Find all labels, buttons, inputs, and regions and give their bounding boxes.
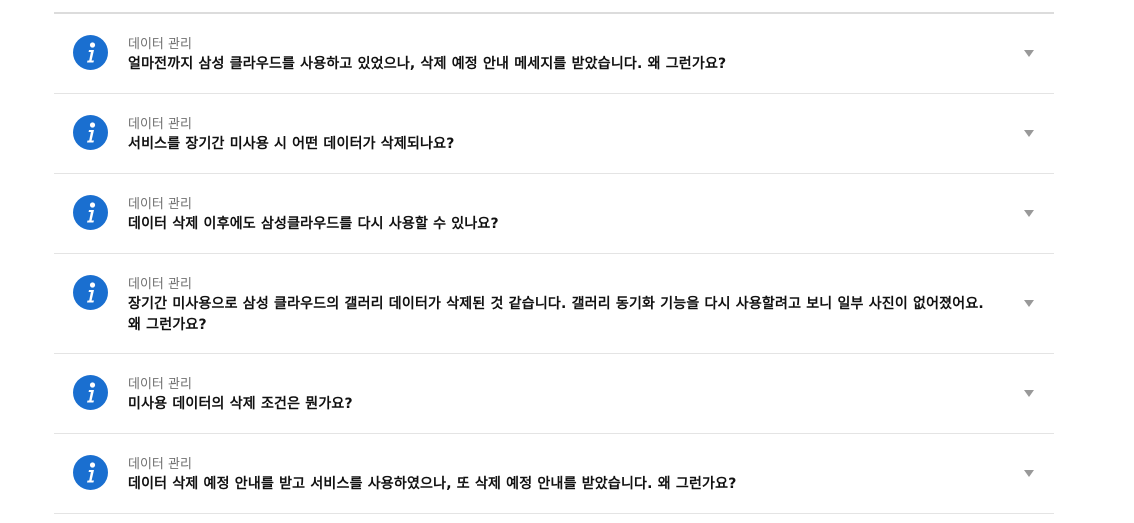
faq-text: 데이터 관리 장기간 미사용으로 삼성 클라우드의 갤러리 데이터가 삭제된 것… [128,276,988,336]
faq-item[interactable]: 데이터 관리 장기간 미사용으로 삼성 클라우드의 갤러리 데이터가 삭제된 것… [54,254,1054,354]
faq-question[interactable]: 미사용 데이터의 삭제 조건은 뭔가요? [128,394,988,415]
faq-text: 데이터 관리 얼마전까지 삼성 클라우드를 사용하고 있었으나, 삭제 예정 안… [128,36,988,75]
info-icon [73,275,108,310]
chevron-down-icon[interactable] [1024,130,1034,137]
faq-question[interactable]: 장기간 미사용으로 삼성 클라우드의 갤러리 데이터가 삭제된 것 같습니다. … [128,294,988,336]
faq-question[interactable]: 데이터 삭제 예정 안내를 받고 서비스를 사용하였으나, 또 삭제 예정 안내… [128,474,988,495]
chevron-down-icon[interactable] [1024,210,1034,217]
chevron-down-icon[interactable] [1024,390,1034,397]
chevron-down-icon[interactable] [1024,50,1034,57]
faq-text: 데이터 관리 데이터 삭제 이후에도 삼성클라우드를 다시 사용할 수 있나요? [128,196,988,235]
info-icon [73,115,108,150]
faq-question[interactable]: 데이터 삭제 이후에도 삼성클라우드를 다시 사용할 수 있나요? [128,214,988,235]
faq-category: 데이터 관리 [128,197,192,212]
faq-text: 데이터 관리 미사용 데이터의 삭제 조건은 뭔가요? [128,376,988,415]
faq-item[interactable]: 데이터 관리 데이터 삭제 이후에도 삼성클라우드를 다시 사용할 수 있나요? [54,174,1054,254]
faq-category: 데이터 관리 [128,117,192,132]
faq-text: 데이터 관리 서비스를 장기간 미사용 시 어떤 데이터가 삭제되나요? [128,116,988,155]
info-icon [73,455,108,490]
faq-item[interactable]: 데이터 관리 서비스를 장기간 미사용 시 어떤 데이터가 삭제되나요? [54,94,1054,174]
info-icon [73,35,108,70]
faq-question[interactable]: 서비스를 장기간 미사용 시 어떤 데이터가 삭제되나요? [128,134,988,155]
faq-category: 데이터 관리 [128,277,192,292]
info-icon [73,375,108,410]
faq-question[interactable]: 얼마전까지 삼성 클라우드를 사용하고 있었으나, 삭제 예정 안내 메세지를 … [128,54,988,75]
info-icon [73,195,108,230]
faq-category: 데이터 관리 [128,37,192,52]
faq-list: 데이터 관리 얼마전까지 삼성 클라우드를 사용하고 있었으나, 삭제 예정 안… [54,12,1054,514]
faq-item[interactable]: 데이터 관리 미사용 데이터의 삭제 조건은 뭔가요? [54,354,1054,434]
faq-category: 데이터 관리 [128,457,192,472]
chevron-down-icon[interactable] [1024,300,1034,307]
faq-item[interactable]: 데이터 관리 데이터 삭제 예정 안내를 받고 서비스를 사용하였으나, 또 삭… [54,434,1054,514]
faq-item[interactable]: 데이터 관리 얼마전까지 삼성 클라우드를 사용하고 있었으나, 삭제 예정 안… [54,14,1054,94]
faq-category: 데이터 관리 [128,377,192,392]
faq-text: 데이터 관리 데이터 삭제 예정 안내를 받고 서비스를 사용하였으나, 또 삭… [128,456,988,495]
chevron-down-icon[interactable] [1024,470,1034,477]
